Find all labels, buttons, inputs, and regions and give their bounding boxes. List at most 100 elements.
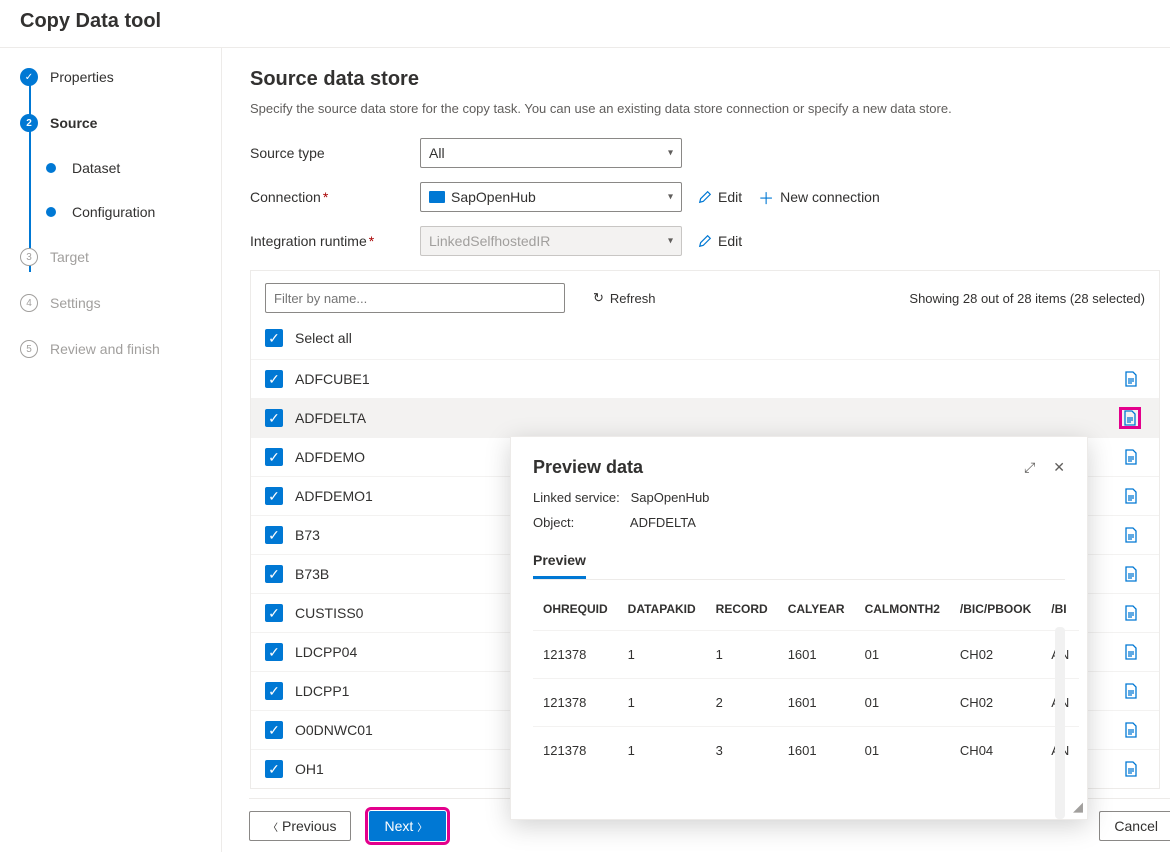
wizard-connector-line: [29, 80, 31, 272]
column-header: OHREQUID: [533, 588, 618, 631]
data-row: 12137811160101CH02AN: [533, 631, 1079, 679]
checkbox-icon[interactable]: ✓: [265, 682, 283, 700]
edit-connection-button[interactable]: Edit: [698, 189, 742, 205]
preview-data-icon[interactable]: [1123, 605, 1139, 621]
refresh-icon: ↻: [593, 290, 604, 306]
step-configuration[interactable]: Configuration: [42, 204, 221, 220]
plus-icon: ＋: [758, 185, 774, 209]
close-icon[interactable]: ✕: [1053, 459, 1065, 476]
checkbox-icon[interactable]: ✓: [265, 565, 283, 583]
data-cell: 01: [855, 727, 950, 775]
column-header: CALYEAR: [778, 588, 855, 631]
preview-data-icon[interactable]: [1123, 722, 1139, 738]
data-cell: 1601: [778, 631, 855, 679]
source-type-value: All: [429, 145, 445, 161]
step-source[interactable]: 2 Source: [20, 114, 221, 132]
edit-runtime-button[interactable]: Edit: [698, 233, 742, 249]
checkbox-icon[interactable]: ✓: [265, 760, 283, 778]
item-name: O0DNWC01: [295, 722, 373, 738]
preview-meta-linked: Linked service: SapOpenHub: [533, 490, 1065, 505]
preview-data-icon[interactable]: [1123, 644, 1139, 660]
dot-icon: [46, 207, 56, 217]
data-cell: CH02: [950, 631, 1041, 679]
step-settings[interactable]: 4 Settings: [20, 294, 221, 312]
step-properties[interactable]: ✓ Properties: [20, 68, 221, 86]
preview-data-icon[interactable]: [1123, 683, 1139, 699]
checkbox-icon[interactable]: ✓: [265, 526, 283, 544]
sap-hub-icon: [429, 191, 445, 203]
data-cell: 01: [855, 679, 950, 727]
data-cell: 121378: [533, 631, 618, 679]
resize-handle[interactable]: ◢: [1073, 799, 1083, 815]
main-subtitle: Specify the source data store for the co…: [250, 101, 1170, 116]
step-number: 2: [20, 114, 38, 132]
item-name: ADFCUBE1: [295, 371, 370, 387]
step-target[interactable]: 3 Target: [20, 248, 221, 266]
source-type-select[interactable]: All ▾: [420, 138, 682, 168]
preview-title: Preview data: [533, 457, 643, 478]
data-cell: CH02: [950, 679, 1041, 727]
step-dataset[interactable]: Dataset: [42, 160, 221, 176]
checkbox-icon[interactable]: ✓: [265, 448, 283, 466]
connection-select[interactable]: SapOpenHub ▾: [420, 182, 682, 212]
checkbox-icon[interactable]: ✓: [265, 487, 283, 505]
pencil-icon: [698, 190, 712, 204]
step-review[interactable]: 5 Review and finish: [20, 340, 221, 358]
item-name: B73: [295, 527, 320, 543]
select-all-row[interactable]: ✓ Select all: [251, 317, 1159, 359]
expand-icon[interactable]: ⤢: [1024, 459, 1035, 476]
item-name: LDCPP04: [295, 644, 357, 660]
data-cell: 01: [855, 631, 950, 679]
step-number: 5: [20, 340, 38, 358]
checkbox-icon[interactable]: ✓: [265, 643, 283, 661]
item-name: ADFDEMO1: [295, 488, 373, 504]
data-cell: 1: [618, 727, 706, 775]
dot-icon: [46, 163, 56, 173]
connection-label: Connection*: [250, 189, 420, 205]
preview-data-icon[interactable]: [1123, 449, 1139, 465]
item-name: B73B: [295, 566, 329, 582]
main-title: Source data store: [250, 68, 1170, 91]
data-cell: 2: [706, 679, 778, 727]
wizard-sidebar: ✓ Properties 2 Source Dataset Configurat…: [0, 48, 222, 852]
chevron-down-icon: ▾: [668, 148, 673, 159]
data-cell: CH04: [950, 727, 1041, 775]
preview-data-icon[interactable]: [1121, 409, 1139, 427]
item-count-label: Showing 28 out of 28 items (28 selected): [909, 291, 1145, 306]
checkbox-icon[interactable]: ✓: [265, 604, 283, 622]
table-toolbar: ↻ Refresh Showing 28 out of 28 items (28…: [251, 271, 1159, 317]
checkbox-icon[interactable]: ✓: [265, 409, 283, 427]
preview-table: OHREQUIDDATAPAKIDRECORDCALYEARCALMONTH2/…: [533, 588, 1079, 774]
preview-data-icon[interactable]: [1123, 371, 1139, 387]
item-name: OH1: [295, 761, 324, 777]
preview-data-icon[interactable]: [1123, 761, 1139, 777]
item-name: ADFDEMO: [295, 449, 365, 465]
filter-input[interactable]: [265, 283, 565, 313]
chevron-down-icon: ▾: [668, 236, 673, 247]
checkbox-icon[interactable]: ✓: [265, 329, 283, 347]
column-header: /BI: [1041, 588, 1079, 631]
new-connection-button[interactable]: ＋ New connection: [758, 185, 880, 209]
step-number: 3: [20, 248, 38, 266]
next-button[interactable]: Next 〉: [369, 811, 446, 841]
column-header: /BIC/PBOOK: [950, 588, 1041, 631]
connection-value: SapOpenHub: [451, 189, 536, 205]
runtime-select[interactable]: LinkedSelfhostedIR ▾: [420, 226, 682, 256]
refresh-button[interactable]: ↻ Refresh: [593, 290, 655, 306]
preview-panel: Preview data ⤢ ✕ Linked service: SapOpen…: [510, 436, 1088, 820]
preview-data-icon[interactable]: [1123, 488, 1139, 504]
checkbox-icon[interactable]: ✓: [265, 370, 283, 388]
preview-data-icon[interactable]: [1123, 527, 1139, 543]
preview-tabs: Preview: [533, 544, 1065, 580]
preview-meta-object: Object: ADFDELTA: [533, 515, 1065, 530]
previous-button[interactable]: 〈 Previous: [249, 811, 351, 841]
scrollbar[interactable]: [1055, 627, 1065, 819]
data-cell: 1: [706, 631, 778, 679]
checkbox-icon[interactable]: ✓: [265, 721, 283, 739]
preview-data-icon[interactable]: [1123, 566, 1139, 582]
table-row[interactable]: ✓ADFDELTA: [251, 398, 1159, 437]
tab-preview[interactable]: Preview: [533, 544, 586, 579]
select-all-label: Select all: [295, 330, 352, 346]
cancel-button[interactable]: Cancel: [1099, 811, 1170, 841]
table-row[interactable]: ✓ ADFCUBE1: [251, 359, 1159, 398]
